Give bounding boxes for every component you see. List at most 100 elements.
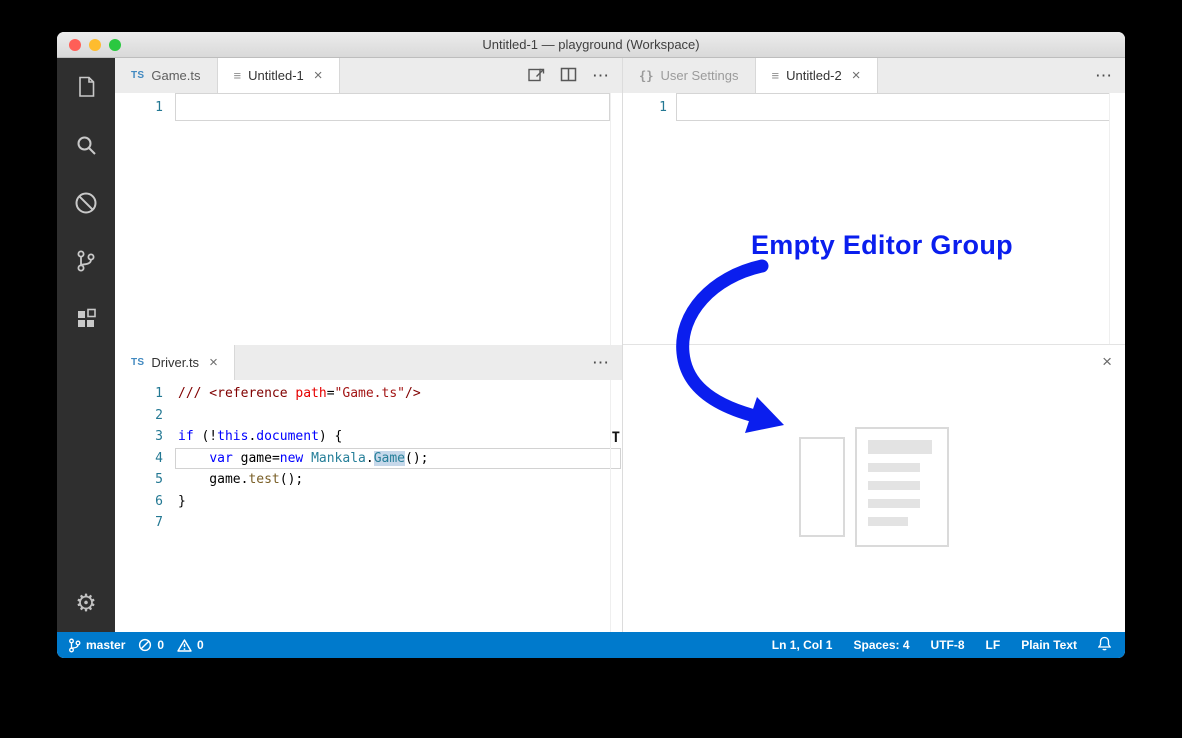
more-actions-button[interactable]: ⋯ [1095,67,1112,84]
tab-label: Driver.ts [151,355,200,370]
editor-untitled-1[interactable]: 1 [115,93,622,345]
activity-debug[interactable] [57,174,115,232]
more-actions-button[interactable]: ⋯ [592,354,609,371]
gear-icon: ⚙ [75,590,97,617]
code-text: /// <reference path="Game.ts"/> [178,383,421,405]
code-token: . [365,450,374,466]
tab-game-ts[interactable]: TS Game.ts [115,58,218,93]
current-line-highlight [676,93,1110,121]
activity-source-control[interactable] [57,232,115,290]
line-number[interactable]: 3 [115,426,163,448]
warning-count: 0 [197,638,204,652]
line-number[interactable]: 2 [115,405,163,427]
eol-status[interactable]: LF [986,638,1001,652]
extensions-icon [78,308,96,327]
code-token: new [279,450,304,466]
minimize-window-button[interactable] [89,38,101,51]
code-line[interactable]: 4 var game=new Mankala.Game(); [115,447,622,470]
line-number[interactable]: 5 [115,469,163,491]
code-token: /// <reference [178,386,296,401]
open-preview-button[interactable] [528,67,545,85]
close-tab-icon[interactable]: × [209,355,218,370]
code-line[interactable]: 7 [115,512,622,534]
language-mode-status[interactable]: Plain Text [1021,638,1077,652]
editor-driver-ts[interactable]: 1 /// <reference path="Game.ts"/> 2 3 if (!t… [115,380,622,632]
horizontal-sash-left[interactable] [115,343,622,348]
code-token: } [178,493,186,509]
split-editor-button[interactable] [560,67,577,85]
editor-group-left-bottom: TS Driver.ts × ⋯ 1 /// <reference path="G… [115,345,622,632]
tab-user-settings[interactable]: {} User Settings [623,58,756,93]
code-token: this [217,429,249,444]
close-tab-icon[interactable]: × [852,68,861,83]
code-line[interactable]: 1 /// <reference path="Game.ts"/> [115,383,622,405]
errors-status[interactable]: 0 [138,638,164,652]
editor-untitled-2[interactable]: 1 [623,93,1125,344]
bell-icon [1097,636,1112,651]
ruler-line [1109,93,1110,344]
horizontal-sash-right[interactable] [622,343,1125,348]
activity-explorer[interactable] [57,58,115,116]
warning-icon [177,638,192,652]
status-right: Ln 1, Col 1 Spaces: 4 UTF-8 LF Plain Tex… [772,636,1112,654]
tab-untitled-2[interactable]: ≡ Untitled-2 × [755,58,878,93]
tab-untitled-1[interactable]: ≡ Untitled-1 × [217,58,340,93]
code-token: ) { [318,429,343,444]
activity-extensions[interactable] [57,290,115,348]
tab-bar-right-top: {} User Settings ≡ Untitled-2 × ⋯ [623,58,1125,93]
line-number[interactable]: 1 [623,100,667,115]
status-left: master 0 0 [68,638,204,653]
line-number[interactable]: 6 [115,491,163,513]
line-number[interactable]: 1 [115,100,163,115]
cursor-position-status[interactable]: Ln 1, Col 1 [772,638,833,652]
window-title: Untitled-1 — playground (Workspace) [482,37,700,52]
typescript-icon: TS [131,70,145,81]
code-token: Game [373,450,406,466]
code-token: (); [405,450,429,466]
files-icon [79,76,95,97]
watermark-bar [868,517,908,526]
tab-label: Game.ts [151,68,201,83]
error-icon [139,638,152,652]
editor-region: TS Game.ts ≡ Untitled-1 × ⋯ 1 TS Driver.… [115,58,1125,632]
watermark-page-right [855,427,949,547]
git-branch-status[interactable]: master [68,638,125,653]
close-group-button[interactable]: × [1102,353,1112,370]
close-window-button[interactable] [69,38,81,51]
line-number[interactable]: 4 [115,448,163,470]
warnings-status[interactable]: 0 [177,638,204,652]
code-token: game. [178,472,249,487]
tab-label: Untitled-2 [786,68,842,83]
empty-editor-group[interactable]: × [623,345,1125,632]
tab-bar-left-top: TS Game.ts ≡ Untitled-1 × ⋯ [115,58,622,93]
titlebar[interactable]: Untitled-1 — playground (Workspace) [57,32,1125,58]
watermark-bar [868,440,932,454]
code-token: "Game.ts" [334,386,405,401]
code-token: Mankala [311,450,366,466]
line-number[interactable]: 7 [115,512,163,534]
editor-line: 1 [623,93,1125,121]
code-line[interactable]: 6} [115,491,622,513]
code-token: var [209,450,233,466]
activity-search[interactable] [57,116,115,174]
tab-driver-ts[interactable]: TS Driver.ts × [115,345,235,380]
json-settings-icon: {} [639,68,654,83]
open-preview-icon [528,68,545,81]
activity-settings[interactable]: ⚙ [57,576,115,632]
code-line[interactable]: 2 [115,405,622,427]
code-text: } [178,491,186,513]
line-number[interactable]: 1 [115,383,163,405]
indentation-status[interactable]: Spaces: 4 [853,638,909,652]
watermark-bar [868,481,920,490]
zoom-window-button[interactable] [109,38,121,51]
encoding-status[interactable]: UTF-8 [931,638,965,652]
more-actions-button[interactable]: ⋯ [592,67,609,84]
text-cursor-icon: T [611,430,620,446]
code-text: if (!this.document) { [178,426,342,448]
code-line[interactable]: 5 game.test(); [115,469,622,491]
code-line[interactable]: 3 if (!this.document) { [115,426,622,448]
close-tab-icon[interactable]: × [314,68,323,83]
typescript-icon: TS [131,357,145,368]
notifications-button[interactable] [1097,636,1112,654]
